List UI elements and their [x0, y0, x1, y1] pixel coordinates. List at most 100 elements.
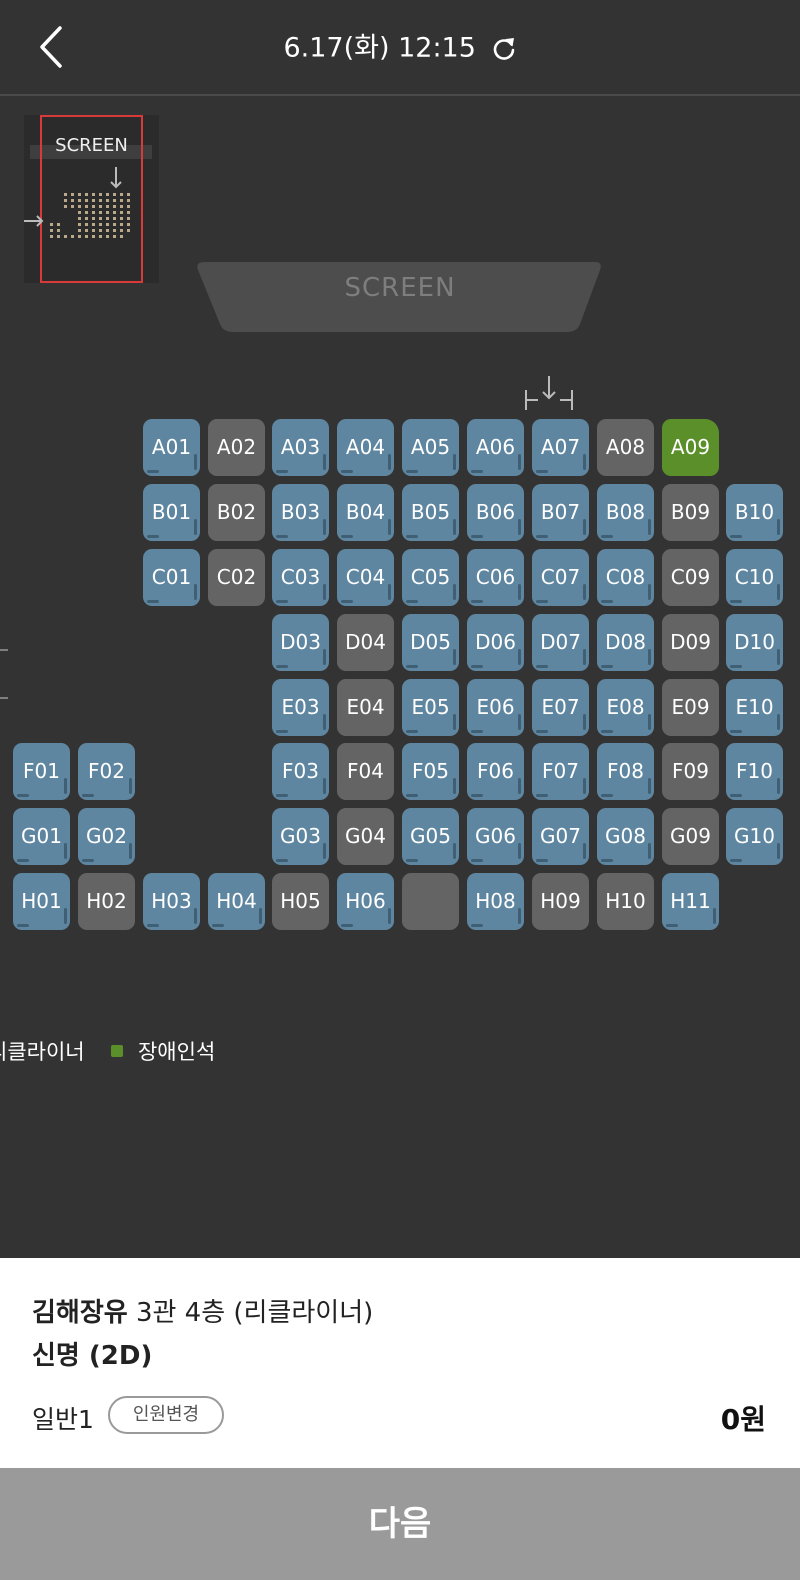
seat-d07[interactable]: D07 — [532, 614, 589, 671]
seat-b06[interactable]: B06 — [467, 484, 524, 541]
seat-c05[interactable]: C05 — [402, 549, 459, 606]
seat-unlabeled — [402, 873, 459, 930]
minimap-dot — [113, 235, 116, 238]
minimap-dot — [85, 223, 88, 226]
seat-c01[interactable]: C01 — [143, 549, 200, 606]
minimap-dot — [92, 205, 95, 208]
seat-g09: G09 — [662, 808, 719, 865]
seat-a03[interactable]: A03 — [272, 419, 329, 476]
seat-f08[interactable]: F08 — [597, 743, 654, 800]
seat-a09[interactable]: A09 — [662, 419, 719, 476]
seat-b05[interactable]: B05 — [402, 484, 459, 541]
entrance-marker-icon — [525, 376, 573, 410]
seat-h02: H02 — [78, 873, 135, 930]
seat-c04[interactable]: C04 — [337, 549, 394, 606]
seat-f05[interactable]: F05 — [402, 743, 459, 800]
seat-g07[interactable]: G07 — [532, 808, 589, 865]
seat-h08[interactable]: H08 — [467, 873, 524, 930]
seat-e06[interactable]: E06 — [467, 679, 524, 736]
minimap-dot — [85, 205, 88, 208]
booking-info-panel: 김해장유 3관 4층 (리클라이너) 신명 (2D) 일반1 인원변경 0원 — [0, 1258, 800, 1468]
seat-h11[interactable]: H11 — [662, 873, 719, 930]
seat-b07[interactable]: B07 — [532, 484, 589, 541]
seat-h06[interactable]: H06 — [337, 873, 394, 930]
seat-d10[interactable]: D10 — [726, 614, 783, 671]
seat-d06[interactable]: D06 — [467, 614, 524, 671]
minimap-seat-dots — [24, 167, 130, 238]
seat-f07[interactable]: F07 — [532, 743, 589, 800]
seat-legend: 리클라이너 장애인석 — [0, 1036, 215, 1066]
seat-c06[interactable]: C06 — [467, 549, 524, 606]
seat-a04[interactable]: A04 — [337, 419, 394, 476]
seat-d05[interactable]: D05 — [402, 614, 459, 671]
minimap-dot — [113, 211, 116, 214]
seat-f09: F09 — [662, 743, 719, 800]
seat-a06[interactable]: A06 — [467, 419, 524, 476]
seat-h03[interactable]: H03 — [143, 873, 200, 930]
seat-f01[interactable]: F01 — [13, 743, 70, 800]
seat-a05[interactable]: A05 — [402, 419, 459, 476]
minimap-dot — [99, 193, 102, 196]
seat-h01[interactable]: H01 — [13, 873, 70, 930]
legend-recliner: 리클라이너 — [0, 1040, 85, 1064]
next-button[interactable]: 다음 — [0, 1468, 800, 1580]
seat-d03[interactable]: D03 — [272, 614, 329, 671]
legend-accessible: 장애인석 — [137, 1040, 216, 1064]
seat-b03[interactable]: B03 — [272, 484, 329, 541]
seat-f10[interactable]: F10 — [726, 743, 783, 800]
minimap-dot — [64, 193, 67, 196]
theater-info: 김해장유 3관 4층 (리클라이너) — [32, 1292, 373, 1329]
minimap-dot — [120, 217, 123, 220]
seat-b10[interactable]: B10 — [726, 484, 783, 541]
seat-g08[interactable]: G08 — [597, 808, 654, 865]
hall-info: 3관 4층 (리클라이너) — [135, 1298, 374, 1328]
minimap-dot — [106, 199, 109, 202]
seat-g06[interactable]: G06 — [467, 808, 524, 865]
seat-g01[interactable]: G01 — [13, 808, 70, 865]
seat-g03[interactable]: G03 — [272, 808, 329, 865]
seat-g10[interactable]: G10 — [726, 808, 783, 865]
seat-c03[interactable]: C03 — [272, 549, 329, 606]
seat-e10[interactable]: E10 — [726, 679, 783, 736]
seat-a01[interactable]: A01 — [143, 419, 200, 476]
minimap-dot — [127, 211, 130, 214]
seat-c07[interactable]: C07 — [532, 549, 589, 606]
seat-b04[interactable]: B04 — [337, 484, 394, 541]
refresh-icon[interactable] — [491, 36, 517, 62]
seat-h09: H09 — [532, 873, 589, 930]
minimap-dot — [78, 235, 81, 238]
seat-b01[interactable]: B01 — [143, 484, 200, 541]
minimap-dot — [106, 229, 109, 232]
seat-f03[interactable]: F03 — [272, 743, 329, 800]
seat-e05[interactable]: E05 — [402, 679, 459, 736]
movie-title: 신명 (2D) — [32, 1341, 153, 1371]
minimap-dot — [85, 217, 88, 220]
seat-c02: C02 — [208, 549, 265, 606]
seat-g02[interactable]: G02 — [78, 808, 135, 865]
seat-e07[interactable]: E07 — [532, 679, 589, 736]
minimap-dot — [99, 211, 102, 214]
minimap-dot — [85, 199, 88, 202]
seat-e08[interactable]: E08 — [597, 679, 654, 736]
seat-b08[interactable]: B08 — [597, 484, 654, 541]
seat-h04[interactable]: H04 — [208, 873, 265, 930]
minimap-dot — [92, 223, 95, 226]
seat-c10[interactable]: C10 — [726, 549, 783, 606]
minimap-dot — [92, 211, 95, 214]
minimap-dot — [71, 199, 74, 202]
change-audience-button[interactable]: 인원변경 — [108, 1396, 224, 1434]
minimap-dot — [57, 223, 60, 226]
minimap-dot — [106, 193, 109, 196]
seat-c08[interactable]: C08 — [597, 549, 654, 606]
seat-f06[interactable]: F06 — [467, 743, 524, 800]
seat-f02[interactable]: F02 — [78, 743, 135, 800]
seat-minimap[interactable]: SCREEN — [24, 115, 159, 283]
minimap-dot — [78, 229, 81, 232]
seat-d08[interactable]: D08 — [597, 614, 654, 671]
minimap-dot — [85, 235, 88, 238]
seat-e03[interactable]: E03 — [272, 679, 329, 736]
showtime-title: 6.17(화) 12:15 — [0, 28, 800, 69]
total-price: 0원 — [720, 1403, 766, 1436]
seat-a07[interactable]: A07 — [532, 419, 589, 476]
seat-g05[interactable]: G05 — [402, 808, 459, 865]
